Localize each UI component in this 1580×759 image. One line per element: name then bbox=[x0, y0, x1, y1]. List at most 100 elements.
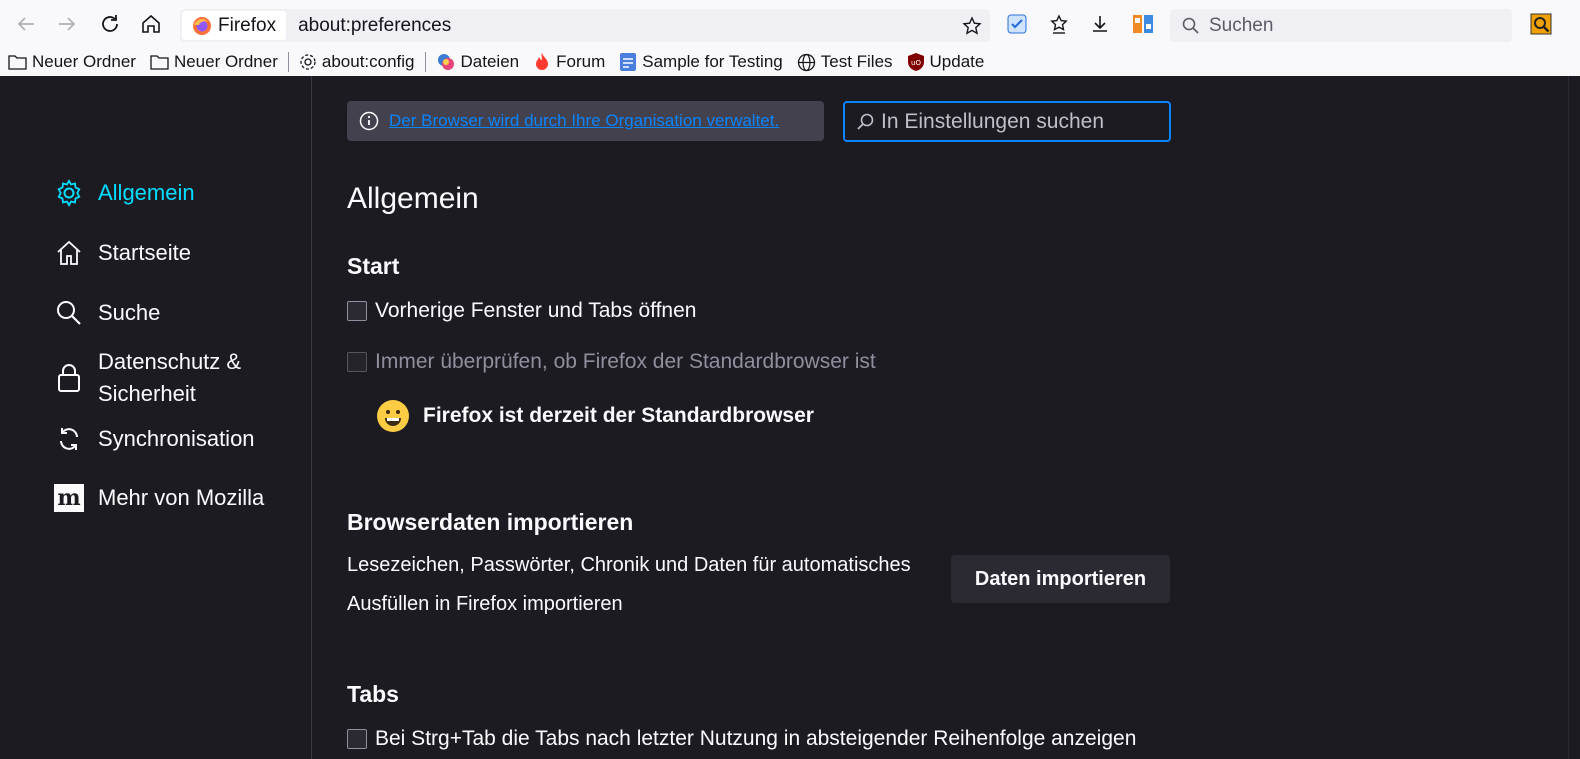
policies-notice: Der Browser wird durch Ihre Organisation… bbox=[347, 101, 824, 141]
svg-text:uO: uO bbox=[911, 59, 921, 67]
category-search[interactable]: Suche bbox=[54, 298, 160, 328]
home-icon bbox=[142, 14, 160, 33]
search-bar[interactable]: Suchen bbox=[1170, 9, 1512, 42]
search-bar-placeholder: Suchen bbox=[1209, 14, 1274, 36]
bookmark-item[interactable]: Dateien bbox=[436, 52, 520, 72]
ctrl-tab-label: Bei Strg+Tab die Tabs nach letzter Nutzu… bbox=[375, 727, 1137, 750]
preferences-search-input[interactable]: In Einstellungen suchen bbox=[843, 101, 1171, 142]
bookmark-label: about:config bbox=[321, 52, 415, 71]
bookmark-folder[interactable]: Neuer Ordner bbox=[150, 52, 278, 72]
page-title: Allgemein bbox=[347, 182, 479, 215]
bookmark-label: Neuer Ordner bbox=[32, 52, 136, 71]
extension-button[interactable] bbox=[1002, 9, 1032, 39]
restore-session-checkbox-row[interactable]: Vorherige Fenster und Tabs öffnen bbox=[347, 299, 696, 323]
globe-icon bbox=[797, 53, 815, 71]
firefox-logo-icon bbox=[193, 16, 211, 35]
flame-icon bbox=[536, 53, 549, 70]
category-sidebar: Allgemein Startseite Suche Datenschutz &… bbox=[0, 76, 312, 759]
bookmark-label: Sample for Testing bbox=[642, 52, 783, 71]
check-default-checkbox bbox=[347, 352, 367, 372]
identity-box[interactable]: Firefox bbox=[182, 11, 287, 40]
bookmark-label: Test Files bbox=[820, 52, 893, 71]
default-browser-text: Firefox ist derzeit der Standardbrowser bbox=[423, 404, 814, 427]
info-icon bbox=[359, 111, 379, 131]
import-description: Lesezeichen, Passwörter, Chronik und Dat… bbox=[347, 546, 927, 624]
star-list-icon bbox=[1050, 14, 1068, 34]
scrollbar-track[interactable] bbox=[1568, 76, 1580, 759]
navigation-toolbar: Firefox about:preferences Suchen bbox=[0, 0, 1580, 48]
policies-link[interactable]: Der Browser wird durch Ihre Organisation… bbox=[389, 111, 779, 131]
category-general[interactable]: Allgemein bbox=[54, 178, 195, 208]
search-icon bbox=[1182, 17, 1199, 34]
magnifier-extension-icon bbox=[1530, 13, 1552, 35]
url-text[interactable]: about:preferences bbox=[298, 15, 451, 37]
ublock-icon: uO bbox=[907, 53, 924, 71]
restore-session-label: Vorherige Fenster und Tabs öffnen bbox=[375, 299, 697, 322]
bookmark-label: Neuer Ordner bbox=[173, 52, 278, 71]
category-privacy[interactable]: Datenschutz & Sicherheit bbox=[54, 346, 241, 410]
lock-icon bbox=[54, 363, 84, 393]
bookmark-label: Update bbox=[929, 52, 985, 71]
category-label: Datenschutz & bbox=[98, 349, 242, 374]
start-heading: Start bbox=[347, 253, 400, 279]
bookmark-star-button[interactable] bbox=[958, 12, 986, 40]
bookmark-separator bbox=[287, 52, 289, 72]
bookmark-item[interactable]: about:config bbox=[299, 52, 415, 72]
reload-icon bbox=[102, 15, 118, 32]
addon-button[interactable] bbox=[1128, 9, 1158, 39]
category-label-block: Datenschutz & Sicherheit bbox=[98, 346, 241, 410]
mozilla-icon: m bbox=[54, 483, 84, 513]
folder-icon bbox=[150, 55, 169, 70]
default-browser-status: Firefox ist derzeit der Standardbrowser bbox=[377, 400, 814, 432]
tabs-heading: Tabs bbox=[347, 681, 399, 707]
preferences-page: Allgemein Startseite Suche Datenschutz &… bbox=[0, 76, 1580, 759]
search-icon bbox=[857, 113, 874, 130]
category-label: Suche bbox=[98, 300, 161, 325]
category-label: Synchronisation bbox=[98, 426, 255, 451]
grinning-face-icon bbox=[377, 400, 409, 432]
category-label-line2: Sicherheit bbox=[98, 381, 196, 406]
bookmark-item[interactable]: uO Update bbox=[907, 52, 985, 72]
home-button[interactable] bbox=[136, 9, 166, 39]
check-default-checkbox-row: Immer überprüfen, ob Firefox der Standar… bbox=[347, 350, 876, 374]
checklist-extension-icon bbox=[1007, 14, 1027, 34]
bookmarks-menu-button[interactable] bbox=[1044, 9, 1074, 39]
bookmark-separator bbox=[424, 52, 426, 72]
bookmark-label: Dateien bbox=[460, 52, 520, 71]
bookmark-folder[interactable]: Neuer Ordner bbox=[8, 52, 136, 72]
url-bar[interactable]: Firefox about:preferences bbox=[180, 9, 990, 42]
bookmark-item[interactable]: Forum bbox=[533, 52, 605, 72]
import-description-line1: Lesezeichen, Passwörter, Chronik und Dat… bbox=[347, 554, 911, 576]
category-label: Mehr von Mozilla bbox=[98, 485, 265, 510]
ctrl-tab-checkbox[interactable] bbox=[347, 729, 367, 749]
svg-text:m: m bbox=[57, 485, 80, 511]
search-placeholder: In Einstellungen suchen bbox=[881, 109, 1104, 133]
import-data-button[interactable]: Daten importieren bbox=[951, 555, 1170, 603]
menu-extension-button[interactable] bbox=[1526, 9, 1556, 39]
folder-icon bbox=[8, 55, 27, 70]
files-icon bbox=[437, 54, 454, 70]
star-icon bbox=[962, 16, 982, 35]
category-more-from-mozilla[interactable]: m Mehr von Mozilla bbox=[54, 483, 264, 513]
bookmark-item[interactable]: Test Files bbox=[797, 52, 893, 72]
identity-label: Firefox bbox=[218, 14, 277, 36]
main-pane: Der Browser wird durch Ihre Organisation… bbox=[347, 76, 1247, 759]
gear-icon bbox=[54, 178, 84, 208]
sync-icon bbox=[54, 424, 84, 454]
forward-arrow-icon bbox=[59, 17, 76, 31]
reload-button[interactable] bbox=[95, 9, 125, 39]
ctrl-tab-checkbox-row[interactable]: Bei Strg+Tab die Tabs nach letzter Nutzu… bbox=[347, 727, 1136, 751]
restore-session-checkbox[interactable] bbox=[347, 301, 367, 321]
bookmark-item[interactable]: Sample for Testing bbox=[619, 52, 783, 72]
category-label: Allgemein bbox=[98, 180, 195, 205]
forward-button[interactable] bbox=[52, 9, 82, 39]
check-default-label: Immer überprüfen, ob Firefox der Standar… bbox=[375, 350, 876, 373]
bookmarks-toolbar: Neuer Ordner Neuer Ordner about:config D… bbox=[0, 48, 1580, 76]
home-icon bbox=[54, 238, 84, 268]
back-button[interactable] bbox=[11, 9, 41, 39]
bookmark-label: Forum bbox=[556, 52, 606, 71]
category-home[interactable]: Startseite bbox=[54, 238, 191, 268]
category-sync[interactable]: Synchronisation bbox=[54, 424, 255, 454]
downloads-button[interactable] bbox=[1085, 9, 1115, 39]
import-heading: Browserdaten importieren bbox=[347, 509, 634, 535]
